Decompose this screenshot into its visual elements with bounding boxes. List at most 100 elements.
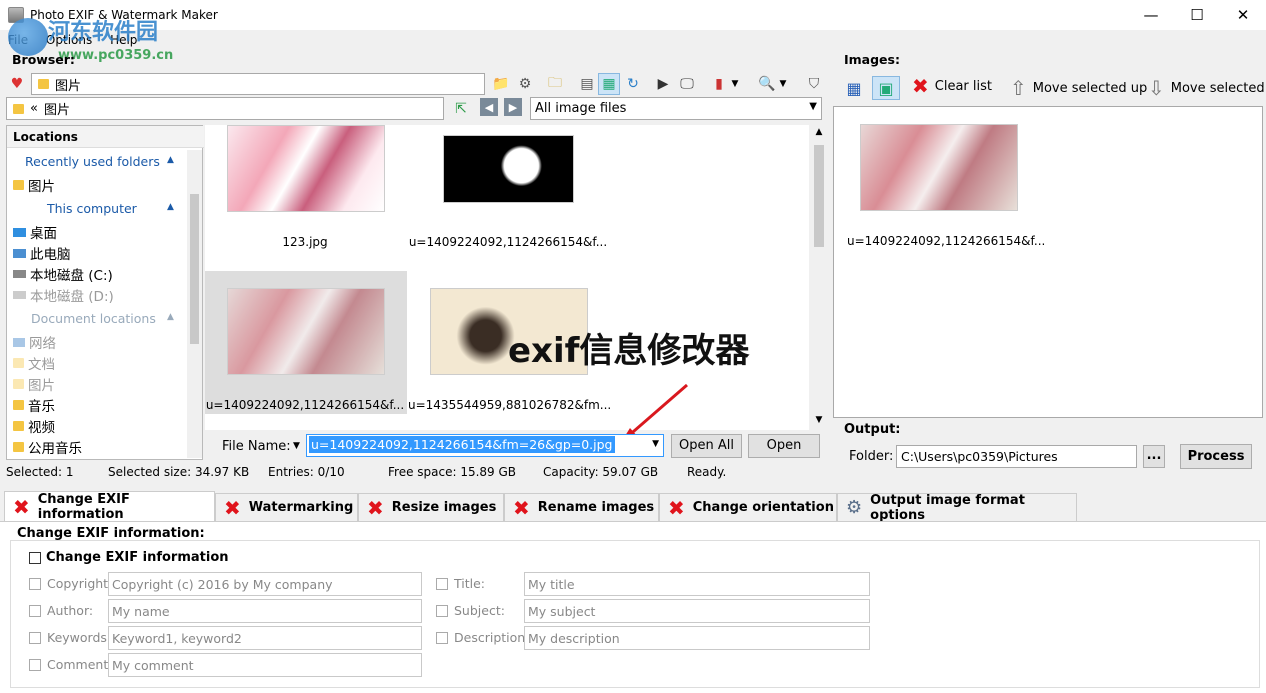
tab-resize-images[interactable]: ✖ Resize images	[358, 493, 504, 521]
forward-arrow-icon[interactable]: ▶	[504, 98, 522, 116]
sidebar-item-drive-c[interactable]: 本地磁盘 (C:)	[13, 264, 113, 284]
comment-checkbox[interactable]: Comment:	[29, 657, 112, 672]
move-selected-up-button[interactable]: ⇧ Move selected up	[1010, 76, 1147, 100]
thumbnail-scrollbar[interactable]: ▲ ▼	[811, 125, 827, 430]
thumbnail-image[interactable]	[443, 135, 574, 203]
recent-folders-heading[interactable]: Recently used folders	[25, 154, 160, 169]
this-computer-heading[interactable]: This computer	[47, 201, 137, 216]
thumbnail-view-icon[interactable]: ▦	[598, 73, 620, 95]
keywords-input[interactable]: Keyword1, keyword2	[108, 626, 422, 650]
network-icon	[13, 337, 25, 347]
sidebar-item-this-pc[interactable]: 此电脑	[13, 243, 71, 263]
author-checkbox[interactable]: Author:	[29, 603, 93, 618]
thumbnail-image[interactable]	[227, 288, 385, 375]
description-input[interactable]: My description	[524, 626, 870, 650]
search-dropdown-chevron-icon[interactable]: ▼	[776, 73, 790, 95]
browse-folder-button[interactable]: ...	[1143, 445, 1165, 468]
thumbnail-scroll-thumb[interactable]	[814, 145, 824, 247]
copyright-input[interactable]: Copyright (c) 2016 by My company	[108, 572, 422, 596]
recent-collapse-icon[interactable]: ▲	[167, 155, 174, 165]
title-input[interactable]: My title	[524, 572, 870, 596]
maximize-button[interactable]: ☐	[1174, 0, 1220, 30]
sidebar-item-public-music[interactable]: 公用音乐	[13, 437, 82, 457]
queued-image-thumbnail[interactable]	[860, 124, 1018, 211]
file-type-filter-select[interactable]: All image files ▼	[530, 97, 822, 120]
path-combo[interactable]: 图片	[31, 73, 485, 95]
thumbnail-grid: 123.jpg u=1409224092,1124266154&f... u=1…	[205, 125, 827, 430]
sidebar-item-label: 文档	[28, 357, 55, 373]
scroll-down-chevron-icon[interactable]: ▼	[811, 415, 827, 425]
sidebar-item-videos[interactable]: 视频	[13, 416, 55, 436]
copyright-checkbox[interactable]: Copyright:	[29, 576, 112, 591]
address-bar[interactable]: « 图片	[6, 97, 444, 120]
file-name-input[interactable]: u=1409224092,1124266154&fm=26&gp=0.jpg ▼	[306, 434, 664, 457]
sidebar-item-documents[interactable]: 文档	[13, 353, 55, 373]
search-icon[interactable]: 🔍	[756, 73, 778, 95]
image-view-icon[interactable]: ▣	[872, 76, 900, 100]
sidebar-item-network[interactable]: 网络	[13, 332, 56, 352]
thumbnail-caption: 123.jpg	[282, 235, 328, 249]
thumbnail-image[interactable]	[227, 125, 385, 212]
tab-rename-images[interactable]: ✖ Rename images	[504, 493, 659, 521]
refresh-icon[interactable]: ↻	[622, 73, 644, 95]
tab-watermarking[interactable]: ✖ Watermarking	[215, 493, 358, 521]
clear-list-button[interactable]: ✖ Clear list	[912, 76, 992, 96]
file-name-chevron-down-icon[interactable]: ▼	[652, 439, 659, 449]
sort-icon[interactable]: ▮	[708, 73, 730, 95]
go-up-icon[interactable]: ⇱	[450, 98, 472, 120]
tab-output-format[interactable]: ⚙ Output image format options	[837, 493, 1077, 523]
address-prefix: «	[30, 101, 38, 116]
keywords-checkbox[interactable]: Keywords:	[29, 630, 111, 645]
folder-icon	[13, 379, 24, 389]
sidebar-scrollbar[interactable]	[187, 150, 202, 458]
folder-tree-icon[interactable]: 🗀	[544, 73, 566, 95]
open-all-button[interactable]: Open All	[671, 434, 742, 458]
file-name-history-chevron-icon[interactable]: ▼	[293, 441, 300, 451]
move-selected-down-button[interactable]: ⇩ Move selected d	[1148, 76, 1266, 100]
sidebar-item-drive-d[interactable]: 本地磁盘 (D:)	[13, 285, 114, 305]
computer-collapse-icon[interactable]: ▲	[167, 202, 174, 212]
checkbox-box	[29, 577, 41, 590]
sidebar-item-label: 桌面	[30, 226, 57, 242]
favorites-icon[interactable]: ♥	[6, 73, 28, 95]
path-combo-value: 图片	[55, 78, 82, 94]
minimize-button[interactable]: —	[1128, 0, 1174, 30]
sidebar-item-recent[interactable]: 图片	[13, 175, 55, 195]
folder-label: Folder:	[849, 449, 894, 464]
scroll-up-chevron-icon[interactable]: ▲	[811, 127, 827, 137]
checkbox-box	[29, 551, 41, 564]
sidebar-scroll-thumb[interactable]	[190, 194, 199, 344]
close-button[interactable]: ✕	[1220, 0, 1266, 30]
comment-input[interactable]: My comment	[108, 653, 422, 677]
document-locations-heading[interactable]: Document locations	[31, 311, 156, 326]
copyright-label: Copyright:	[47, 576, 113, 591]
author-input[interactable]: My name	[108, 599, 422, 623]
monitor-icon[interactable]: 🖵	[676, 73, 698, 95]
filter-icon[interactable]: ⛉	[803, 73, 825, 95]
change-exif-label: Change EXIF information	[46, 550, 229, 565]
documents-collapse-icon[interactable]: ▲	[167, 312, 174, 322]
open-folder-icon[interactable]: 📁	[490, 73, 512, 95]
back-arrow-icon[interactable]: ◀	[480, 98, 498, 116]
sidebar-item-desktop[interactable]: 桌面	[13, 222, 57, 242]
description-checkbox[interactable]: Description:	[436, 630, 529, 645]
subject-checkbox[interactable]: Subject:	[436, 603, 505, 618]
tab-change-exif[interactable]: ✖ Change EXIF information	[4, 491, 215, 522]
sidebar-item-music[interactable]: 音乐	[13, 395, 55, 415]
sort-dropdown-chevron-icon[interactable]: ▼	[728, 73, 742, 95]
tab-change-orientation[interactable]: ✖ Change orientation	[659, 493, 837, 521]
details-view-icon[interactable]: ▦	[842, 76, 866, 100]
status-selected-size: Selected size: 34.97 KB	[108, 465, 250, 479]
settings-gear-icon[interactable]: ⚙	[514, 73, 536, 95]
slideshow-icon[interactable]: ▶	[652, 73, 674, 95]
status-selected: Selected: 1	[6, 465, 74, 479]
list-view-icon[interactable]: ▤	[576, 73, 598, 95]
subject-input[interactable]: My subject	[524, 599, 870, 623]
output-folder-input[interactable]: C:\Users\pc0359\Pictures	[896, 445, 1137, 468]
change-exif-checkbox[interactable]: Change EXIF information	[29, 550, 229, 565]
open-button[interactable]: Open	[748, 434, 820, 458]
title-checkbox[interactable]: Title:	[436, 576, 485, 591]
process-button[interactable]: Process	[1180, 444, 1252, 469]
sidebar-item-pictures[interactable]: 图片	[13, 374, 55, 394]
arrow-down-icon: ⇩	[1148, 76, 1165, 100]
